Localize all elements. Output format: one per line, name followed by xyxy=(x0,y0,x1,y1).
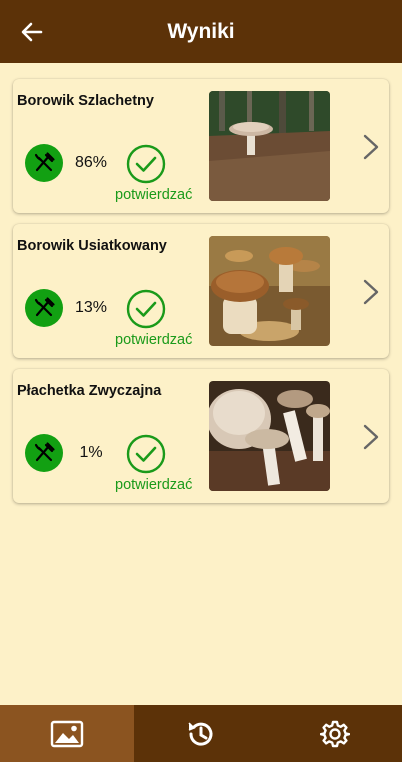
confirm-label[interactable]: potwierdzać xyxy=(115,187,192,203)
back-button[interactable] xyxy=(16,16,48,48)
check-circle-icon[interactable] xyxy=(126,289,166,329)
app-bar: Wyniki xyxy=(0,0,402,63)
nav-settings[interactable] xyxy=(268,705,402,762)
fork-knife-icon xyxy=(34,152,55,172)
settings-gear-icon xyxy=(320,720,350,747)
confirm-label[interactable]: potwierdzać xyxy=(115,477,192,493)
edible-badge xyxy=(25,144,63,182)
confirm-label[interactable]: potwierdzać xyxy=(115,332,192,348)
result-card[interactable]: Płachetka Zwyczajna 1% potwierdzać xyxy=(13,369,389,503)
chevron-right-icon[interactable] xyxy=(359,132,383,162)
check-circle-icon[interactable] xyxy=(126,434,166,474)
nav-history[interactable] xyxy=(134,705,268,762)
arrow-left-icon xyxy=(21,22,43,42)
chevron-right-icon[interactable] xyxy=(359,277,383,307)
nav-gallery[interactable] xyxy=(0,705,134,762)
image-icon xyxy=(50,720,84,747)
edible-badge xyxy=(25,434,63,472)
mushroom-photo xyxy=(209,91,330,201)
result-card[interactable]: Borowik Usiatkowany 13% potwierdzać xyxy=(13,224,389,358)
check-circle-icon[interactable] xyxy=(126,144,166,184)
match-percent: 86% xyxy=(74,154,108,171)
bottom-navigation xyxy=(0,705,402,762)
history-icon xyxy=(188,721,213,746)
match-percent: 13% xyxy=(74,299,108,316)
mushroom-photo xyxy=(209,381,330,491)
mushroom-photo xyxy=(209,236,330,346)
result-card[interactable]: Borowik Szlachetny 86% potwierdzać xyxy=(13,79,389,213)
match-percent: 1% xyxy=(79,444,103,461)
mushroom-name: Płachetka Zwyczajna xyxy=(17,383,162,399)
mushroom-name: Borowik Szlachetny xyxy=(17,93,154,109)
chevron-right-icon[interactable] xyxy=(359,422,383,452)
mushroom-name: Borowik Usiatkowany xyxy=(17,238,167,254)
page-title: Wyniki xyxy=(167,19,235,43)
fork-knife-icon xyxy=(34,442,55,462)
edible-badge xyxy=(25,289,63,327)
fork-knife-icon xyxy=(34,297,55,317)
